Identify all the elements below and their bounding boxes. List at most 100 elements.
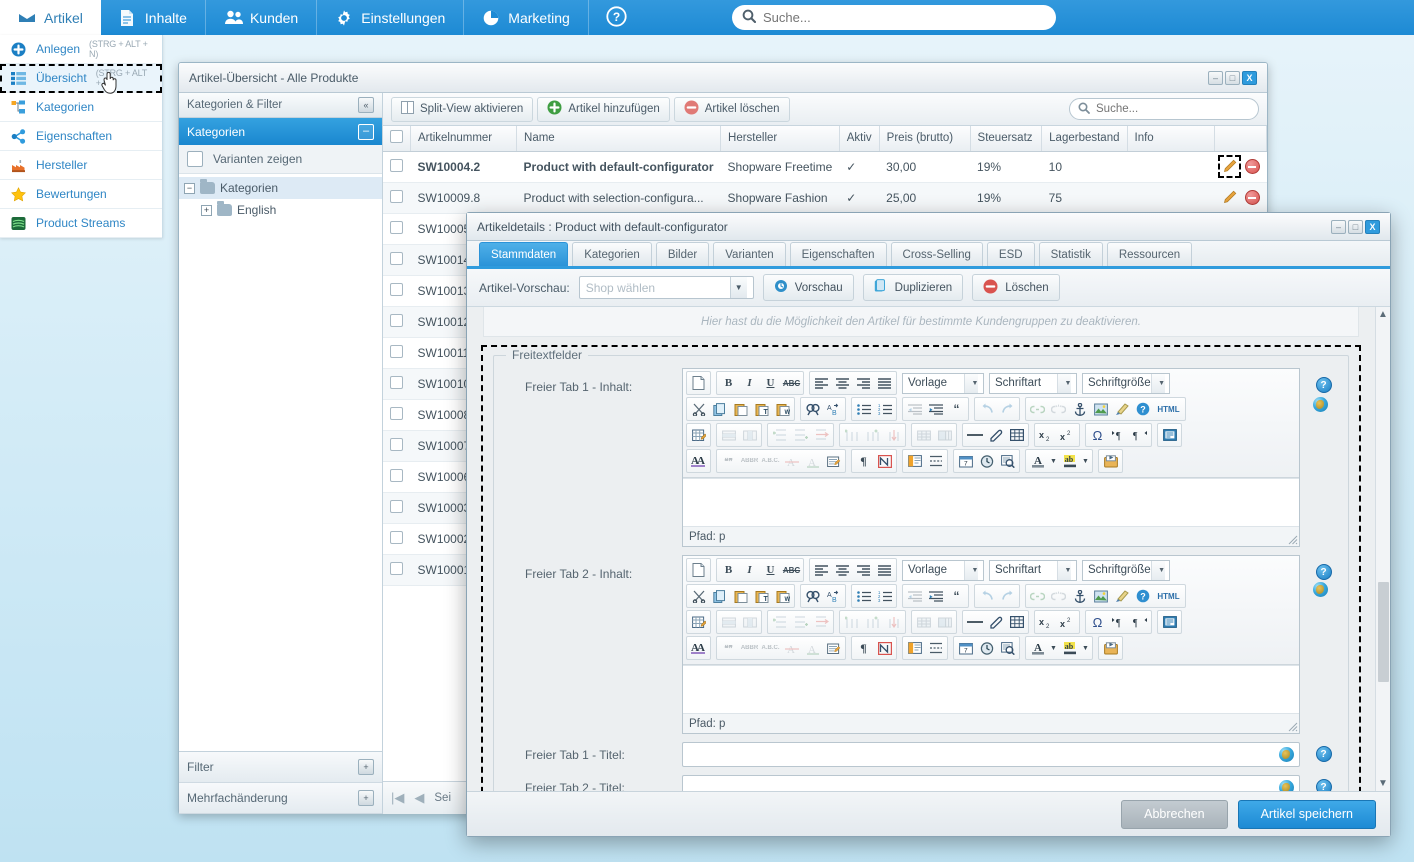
col-steuersatz[interactable]: Steuersatz [970,126,1043,152]
globe-icon[interactable] [1279,780,1294,791]
chevron-down-icon[interactable]: ▼ [1048,638,1059,658]
scissors-icon[interactable] [688,586,709,606]
global-search-input[interactable] [763,10,1046,25]
col-hersteller[interactable]: Hersteller [720,126,840,152]
ins-icon[interactable]: A [802,451,823,471]
align-left-icon[interactable] [811,373,832,393]
abbr-icon[interactable]: ABBR [739,451,760,471]
edit-table-icon[interactable] [688,612,709,632]
grid-icon[interactable] [1006,612,1027,632]
ltr-icon[interactable]: ¶ [1108,425,1129,445]
topnav-item-einstellungen[interactable]: Einstellungen [317,0,465,35]
highlight-color-icon[interactable]: ab [1059,451,1080,471]
page-break-icon[interactable] [904,638,925,658]
col-preis[interactable]: Preis (brutto) [879,126,971,152]
row-checkbox-cell[interactable] [383,275,411,307]
duplicate-button[interactable]: Duplizieren [862,274,964,301]
row-after-icon[interactable] [790,425,811,445]
shop-select[interactable]: Shop wählen ▼ [578,276,754,299]
globe-icon[interactable] [1313,582,1328,597]
scissors-icon[interactable] [688,399,709,419]
link-icon[interactable] [1027,399,1048,419]
table-row[interactable]: SW10004.2 Product with default-configura… [383,151,1267,183]
col-aktiv[interactable]: Aktiv [839,126,880,152]
row-checkbox-cell[interactable] [383,492,411,524]
superscript-icon[interactable]: x2 [1057,425,1078,445]
preview-icon[interactable] [997,638,1018,658]
font-color-icon[interactable]: A [1027,451,1048,471]
help-circle-icon[interactable]: ? [1315,746,1332,762]
modal-minimize-button[interactable]: – [1331,219,1346,234]
preview-button[interactable]: Vorschau [762,274,854,301]
subscript-icon[interactable]: x2 [1036,425,1057,445]
image-icon[interactable] [1090,399,1111,419]
pager-prev-button[interactable]: ◀ [414,790,424,806]
row-checkbox[interactable] [390,375,403,389]
nonbreaking-icon[interactable] [874,638,895,658]
anchor-icon[interactable] [1069,399,1090,419]
row-checkbox[interactable] [390,220,403,234]
col-after-icon[interactable] [862,425,883,445]
col-info[interactable]: Info [1127,126,1215,152]
edit-pencil-icon[interactable] [1217,155,1241,178]
new-document-icon[interactable] [688,373,709,393]
edit-table-icon[interactable] [688,425,709,445]
align-center-icon[interactable] [832,373,853,393]
acronym-icon[interactable]: A.B.C. [760,638,781,658]
col-select-all[interactable] [383,126,411,152]
underline-icon[interactable]: U [760,373,781,393]
unlink-icon[interactable] [1048,586,1069,606]
split-view-button[interactable]: Split-View aktivieren [391,96,534,122]
sidebar-item-bewertungen[interactable]: Bewertungen [0,180,162,209]
paste-icon[interactable] [730,399,751,419]
col-lagerbestand[interactable]: Lagerbestand [1041,126,1128,152]
acronym-icon[interactable]: A.B.C. [760,451,781,471]
tab-cross-selling[interactable]: Cross-Selling [890,242,983,266]
sidebar-item-eigenschaften[interactable]: Eigenschaften [0,122,162,151]
edit-pencil-icon[interactable] [1222,190,1237,205]
help-circle-icon[interactable]: ? [1315,564,1332,580]
grid-search-box[interactable] [1069,98,1259,120]
row-checkbox-cell[interactable] [383,368,411,400]
copy-icon[interactable] [709,399,730,419]
sidebar-item-hersteller[interactable]: Hersteller [0,151,162,180]
row-checkbox[interactable] [390,499,403,513]
paste-text-icon[interactable]: T [751,586,772,606]
row-checkbox-cell[interactable] [383,337,411,369]
maximize-button[interactable]: □ [1225,70,1240,85]
chevron-down-icon[interactable]: ▼ [729,277,747,298]
row-after-icon[interactable] [790,612,811,632]
anchor-icon[interactable] [1069,586,1090,606]
row-checkbox-cell[interactable] [383,151,411,183]
bulk-change-toggle[interactable]: + [358,790,374,806]
delete-row-icon[interactable] [811,425,832,445]
show-variants-row[interactable]: Varianten zeigen [179,145,382,174]
topnav-help-button[interactable]: ? [589,0,645,35]
help-icon[interactable]: ? [1132,399,1153,419]
row-checkbox-cell[interactable] [383,244,411,276]
outdent-icon[interactable] [904,586,925,606]
col-after-icon[interactable] [862,612,883,632]
delete-row-icon[interactable] [811,612,832,632]
align-center-icon[interactable] [832,560,853,580]
categories-section-header[interactable]: Kategorien – [179,118,382,145]
abbr-icon[interactable]: ABBR [739,638,760,658]
replace-icon[interactable]: AB [823,586,844,606]
modal-maximize-button[interactable]: □ [1348,219,1363,234]
rtl-icon[interactable]: ¶ [1129,425,1150,445]
filter-section-toggle[interactable]: + [358,759,374,775]
redo-icon[interactable] [997,399,1018,419]
topnav-item-marketing[interactable]: Marketing [464,0,589,35]
insert-date-icon[interactable]: 7 [955,451,976,471]
chevron-down-icon[interactable]: ▼ [964,373,978,393]
cleanup-icon[interactable] [1111,586,1132,606]
scroll-down-arrow-icon[interactable]: ▼ [1378,778,1388,789]
delete-col-icon[interactable] [883,425,904,445]
bold-icon[interactable]: B [718,373,739,393]
style-icon[interactable]: AA [688,638,709,658]
row-checkbox[interactable] [390,313,403,327]
delete-article-button[interactable]: Artikel löschen [673,96,790,122]
paste-word-icon[interactable]: W [772,586,793,606]
insert-time-icon[interactable] [976,638,997,658]
tab-ressourcen[interactable]: Ressourcen [1106,242,1193,266]
